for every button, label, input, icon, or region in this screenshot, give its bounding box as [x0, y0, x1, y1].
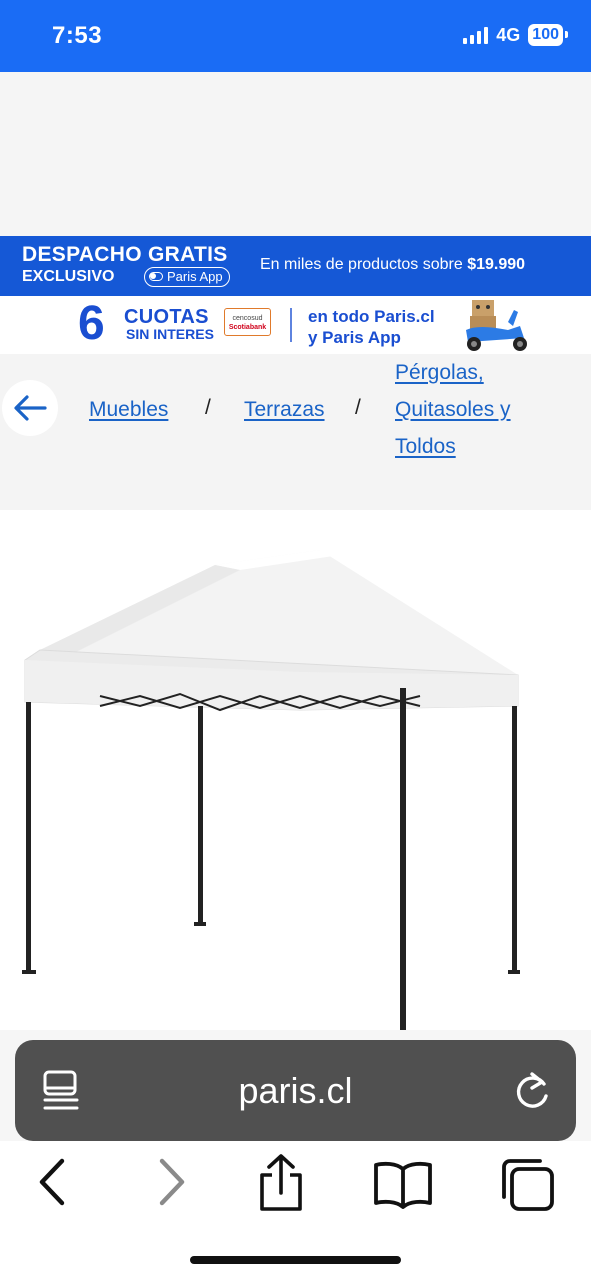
canopy-tent-image: [22, 550, 520, 1030]
breadcrumb-separator: /: [205, 396, 211, 419]
banner-message-text: En miles de productos sobre: [260, 256, 468, 273]
url-text[interactable]: paris.cl: [15, 1070, 576, 1112]
banner-line-1: en todo Paris.cl: [308, 307, 435, 326]
breadcrumb-pergolas-line3[interactable]: Toldos: [395, 435, 456, 459]
home-indicator[interactable]: [190, 1256, 401, 1264]
free-shipping-banner[interactable]: DESPACHO GRATIS EXCLUSIVO Paris App En m…: [0, 236, 591, 296]
bank-logo-bottom: Scotiabank: [228, 324, 267, 331]
tabs-icon[interactable]: [498, 1155, 558, 1215]
banner-message: En miles de productos sobre $19.990: [260, 256, 525, 274]
arrow-left-icon: [14, 395, 47, 421]
bookmarks-icon[interactable]: [372, 1161, 434, 1209]
forward-chevron-icon[interactable]: [154, 1157, 188, 1207]
banner-title: DESPACHO GRATIS: [22, 243, 228, 266]
breadcrumb-pergolas-line1[interactable]: Pérgolas,: [395, 361, 484, 385]
breadcrumb-terrazas[interactable]: Terrazas: [244, 398, 325, 422]
paris-app-pill: Paris App: [144, 267, 230, 287]
network-type: 4G: [496, 24, 521, 45]
status-indicators: 4G 100: [463, 24, 568, 46]
toggle-icon: [149, 272, 163, 281]
address-bar[interactable]: paris.cl: [15, 1040, 576, 1141]
bank-logo: cencosud Scotiabank: [224, 308, 271, 336]
breadcrumb: Muebles / Terrazas / Pérgolas, Quitasole…: [0, 354, 591, 510]
status-time: 7:53: [52, 22, 103, 49]
banner-line-2: y Paris App: [308, 328, 401, 347]
banner-divider: [290, 308, 292, 342]
product-image[interactable]: [0, 510, 591, 1030]
share-icon[interactable]: [256, 1153, 306, 1213]
mascot-scooter-icon: [466, 300, 527, 351]
installments-number: 6: [78, 297, 105, 350]
banner-subtitle: EXCLUSIVO: [22, 268, 115, 285]
breadcrumb-muebles[interactable]: Muebles: [89, 398, 168, 422]
breadcrumb-separator: /: [355, 396, 361, 419]
status-bar: 7:53 4G 100: [0, 0, 591, 72]
signal-icon: [463, 26, 489, 44]
reload-icon[interactable]: [514, 1070, 552, 1112]
breadcrumb-pergolas-line2[interactable]: Quitasoles y: [395, 398, 511, 422]
no-interest-label: SIN INTERES: [126, 326, 214, 342]
bank-logo-top: cencosud: [232, 315, 263, 322]
back-chevron-icon[interactable]: [36, 1157, 70, 1207]
back-button[interactable]: [2, 380, 58, 436]
header-blank-area: [0, 72, 591, 236]
banner-amount: $19.990: [467, 256, 526, 273]
page: 7:53 4G 100 DESPACHO GRATIS EXCLUSIVO Pa…: [0, 0, 591, 1280]
installments-banner[interactable]: 6 CUOTAS SIN INTERES cencosud Scotiabank…: [0, 296, 591, 354]
battery-icon: 100: [528, 24, 568, 46]
pill-label: Paris App: [167, 269, 223, 284]
